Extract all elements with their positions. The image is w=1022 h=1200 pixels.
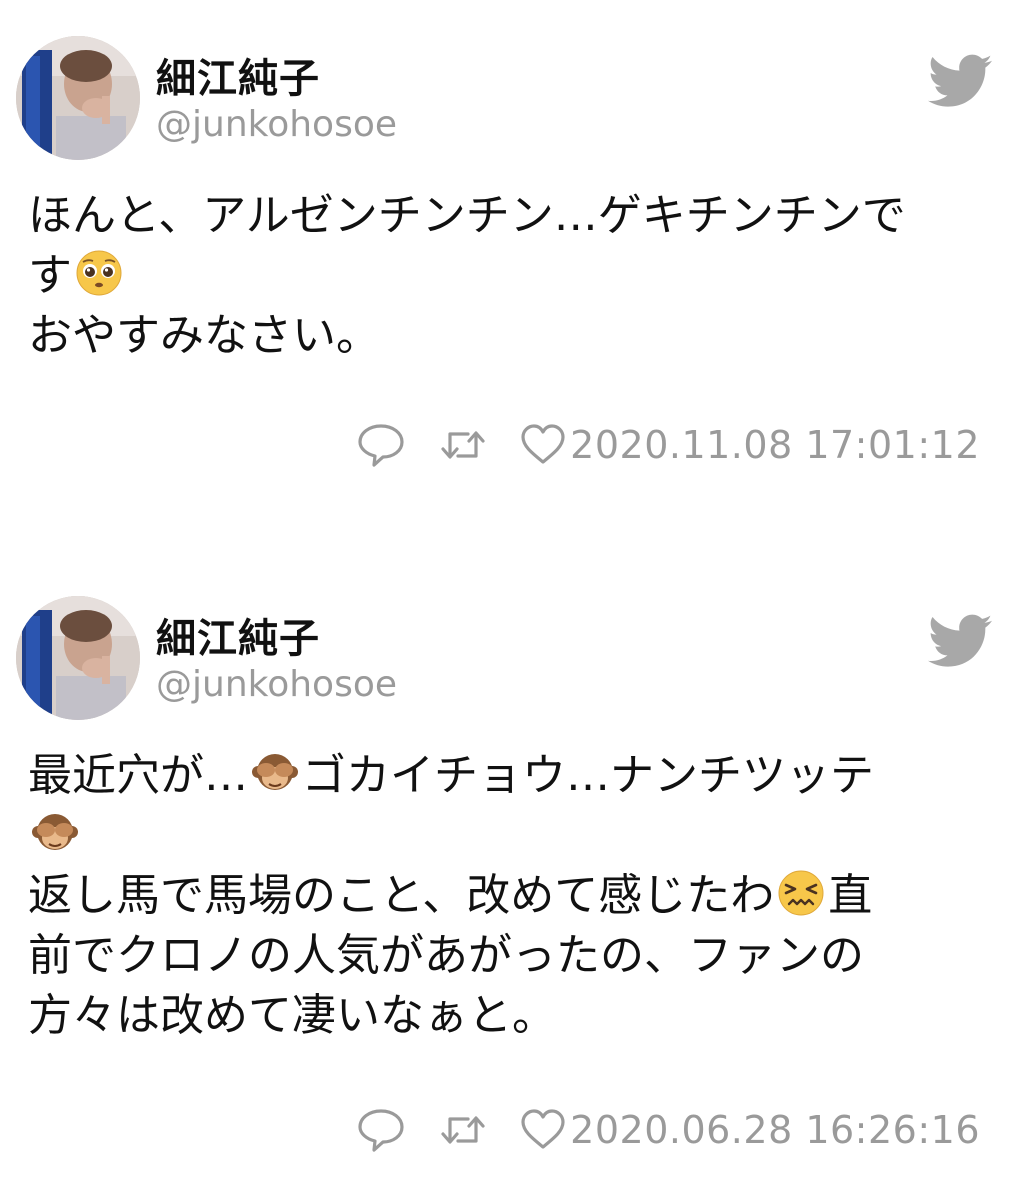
tweet-line: 返し馬で馬場のこと、改めて感じたわ 直 xyxy=(28,866,1000,926)
user-handle[interactable]: @junkohosoe xyxy=(156,104,397,145)
tweet-text: ほんと、アルゼンチンチン…ゲキチンチンで す おやすみなさい。 xyxy=(28,186,1000,366)
tweet-timestamp[interactable]: 2020.11.08 17:01:12 xyxy=(570,420,980,470)
tweet-card: 細江純子 @junkohosoe ほんと、アルゼンチンチン…ゲキチンチンで す … xyxy=(0,0,1022,520)
tweet-line: 方々は改めて凄いなぁと。 xyxy=(28,990,556,1041)
tweet-line: 最近穴が… ゴカイチョウ…ナンチツッテ xyxy=(28,746,1000,806)
see-no-evil-monkey-emoji xyxy=(252,754,298,790)
speech-bubble-icon[interactable] xyxy=(356,420,406,470)
tweet-card: 細江純子 @junkohosoe 最近穴が… ゴカイチョウ…ナンチツッテ 返し馬… xyxy=(0,560,1022,1200)
twitter-bird-icon xyxy=(928,614,992,667)
retweet-icon[interactable] xyxy=(438,420,488,470)
tweet-timestamp[interactable]: 2020.06.28 16:26:16 xyxy=(570,1105,980,1155)
tweet-line: 前でクロノの人気があがったの、ファンの xyxy=(28,930,864,981)
pleading-face-emoji xyxy=(76,250,122,296)
heart-icon[interactable] xyxy=(518,1105,568,1155)
tweet-line: おやすみなさい。 xyxy=(28,310,380,361)
tweet-line-text: 最近穴が… xyxy=(28,750,248,801)
tweet-line-text: 返し馬で馬場のこと、改めて感じたわ xyxy=(28,870,775,921)
user-handle[interactable]: @junkohosoe xyxy=(156,664,397,705)
confounded-face-emoji xyxy=(778,870,824,916)
tweet-line: す xyxy=(28,246,1000,306)
avatar[interactable] xyxy=(16,596,140,720)
retweet-icon[interactable] xyxy=(438,1105,488,1155)
tweet-actions: 2020.11.08 17:01:12 xyxy=(352,420,1002,470)
tweet-line-text: ゴカイチョウ…ナンチツッテ xyxy=(302,750,874,801)
tweet-line: ほんと、アルゼンチンチン…ゲキチンチンで xyxy=(28,190,906,241)
speech-bubble-icon[interactable] xyxy=(356,1105,406,1155)
twitter-bird-icon xyxy=(928,54,992,107)
tweet-text: 最近穴が… ゴカイチョウ…ナンチツッテ 返し馬で馬場のこと、改めて感じたわ 直 … xyxy=(28,746,1000,1046)
display-name[interactable]: 細江純子 xyxy=(156,606,320,664)
heart-icon[interactable] xyxy=(518,420,568,470)
tweet-line-text: 直 xyxy=(828,870,873,921)
display-name[interactable]: 細江純子 xyxy=(156,46,320,104)
tweet-line xyxy=(28,806,1000,866)
tweet-actions: 2020.06.28 16:26:16 xyxy=(352,1105,1002,1155)
tweet-line-text: す xyxy=(28,250,72,301)
see-no-evil-monkey-emoji xyxy=(32,814,78,850)
avatar[interactable] xyxy=(16,36,140,160)
